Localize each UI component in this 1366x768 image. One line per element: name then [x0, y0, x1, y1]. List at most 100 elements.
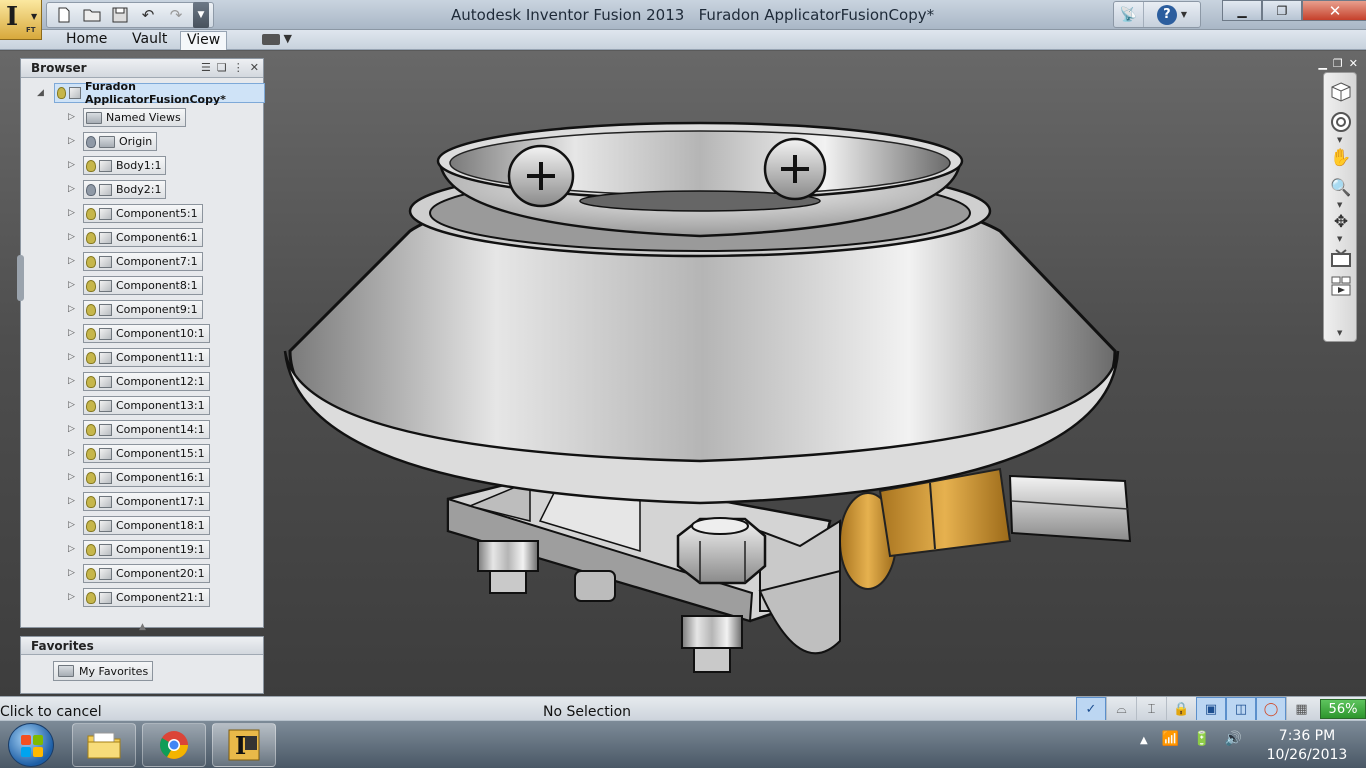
- visibility-bulb-icon[interactable]: [86, 447, 96, 460]
- visibility-bulb-icon[interactable]: [86, 231, 96, 244]
- visibility-bulb-icon[interactable]: [86, 519, 96, 532]
- expand-icon[interactable]: ▷: [68, 448, 75, 458]
- volume-icon[interactable]: 🔊: [1225, 731, 1242, 747]
- tree-item-named-views[interactable]: Named Views: [83, 108, 186, 127]
- expand-icon[interactable]: ▷: [68, 184, 75, 194]
- expand-icon[interactable]: ▷: [68, 280, 75, 290]
- tree-item-component5[interactable]: Component5:1: [83, 204, 203, 223]
- visibility-bulb-icon[interactable]: [86, 279, 96, 292]
- browser-scrollbar[interactable]: [17, 255, 24, 301]
- panel-resize-grip[interactable]: ▲: [139, 622, 146, 632]
- grid-icon[interactable]: ▦: [1286, 697, 1316, 721]
- visibility-bulb-icon[interactable]: [86, 159, 96, 172]
- lock-icon[interactable]: 🔒: [1166, 697, 1196, 721]
- tab-vault[interactable]: Vault: [126, 31, 173, 50]
- expand-icon[interactable]: ▷: [68, 352, 75, 362]
- expand-icon[interactable]: ▷: [68, 208, 75, 218]
- visibility-bulb-icon[interactable]: [86, 327, 96, 340]
- tree-item-component14[interactable]: Component14:1: [83, 420, 210, 439]
- expand-icon[interactable]: ▷: [68, 544, 75, 554]
- orbit-icon[interactable]: ✥: [1328, 209, 1354, 235]
- viewport-close-icon[interactable]: ✕: [1349, 57, 1358, 70]
- tree-item-component18[interactable]: Component18:1: [83, 516, 210, 535]
- show-hidden-icons[interactable]: ▲: [1140, 735, 1148, 747]
- tree-item-body2[interactable]: Body2:1: [83, 180, 167, 199]
- tree-item-component19[interactable]: Component19:1: [83, 540, 210, 559]
- network-icon[interactable]: 📶: [1162, 731, 1179, 747]
- ribbon-minimize-control[interactable]: ▼: [262, 32, 292, 45]
- options-icon[interactable]: ⋮: [233, 61, 244, 74]
- tab-view[interactable]: View: [180, 31, 228, 50]
- expand-icon[interactable]: ▷: [68, 520, 75, 530]
- satellite-icon[interactable]: 📡: [1114, 2, 1144, 27]
- expand-icon[interactable]: ▷: [68, 160, 75, 170]
- zoom-level-badge[interactable]: 56%: [1320, 699, 1366, 719]
- expand-icon[interactable]: ▷: [68, 112, 75, 122]
- expand-icon[interactable]: ▷: [68, 400, 75, 410]
- navbar-customize-icon[interactable]: ▼: [1337, 329, 1342, 337]
- redo-icon[interactable]: ↷: [163, 4, 189, 26]
- expand-icon[interactable]: ▷: [68, 568, 75, 578]
- tree-item-component6[interactable]: Component6:1: [83, 228, 203, 247]
- visibility-bulb-icon[interactable]: [86, 183, 96, 196]
- chevron-down-icon[interactable]: ▼: [1337, 235, 1342, 243]
- visibility-bulb-icon[interactable]: [86, 423, 96, 436]
- visibility-bulb-icon[interactable]: [86, 207, 96, 220]
- qat-dropdown-icon[interactable]: ▼: [193, 2, 209, 28]
- tree-item-component10[interactable]: Component10:1: [83, 324, 210, 343]
- taskbar-file-explorer[interactable]: [72, 723, 136, 767]
- viewport-minimize-icon[interactable]: ▁: [1318, 57, 1326, 70]
- expand-icon[interactable]: ▷: [68, 328, 75, 338]
- save-icon[interactable]: [107, 4, 133, 26]
- expand-icon[interactable]: ▷: [68, 424, 75, 434]
- zoom-icon[interactable]: 🔍: [1328, 175, 1354, 201]
- tree-item-component16[interactable]: Component16:1: [83, 468, 210, 487]
- expand-icon[interactable]: ▷: [68, 376, 75, 386]
- battery-icon[interactable]: 🔋: [1193, 731, 1210, 747]
- collapse-icon[interactable]: ◢: [37, 88, 44, 98]
- visibility-bulb-icon[interactable]: [86, 135, 96, 148]
- tree-item-component15[interactable]: Component15:1: [83, 444, 210, 463]
- viewport-restore-icon[interactable]: ❐: [1333, 57, 1343, 70]
- visibility-bulb-icon[interactable]: [86, 303, 96, 316]
- hat-icon[interactable]: ⌓: [1106, 697, 1136, 721]
- pan-hand-icon[interactable]: ✋: [1328, 145, 1354, 171]
- tab-home[interactable]: Home: [60, 31, 113, 50]
- visibility-bulb-icon[interactable]: [86, 495, 96, 508]
- minimize-button[interactable]: ▁: [1222, 0, 1262, 21]
- chevron-down-icon[interactable]: ▼: [1337, 201, 1342, 209]
- look-at-icon[interactable]: [1328, 245, 1354, 271]
- visibility-bulb-icon[interactable]: [86, 567, 96, 580]
- visibility-bulb-icon[interactable]: [86, 375, 96, 388]
- frame-icon[interactable]: ▣: [1196, 697, 1226, 721]
- steering-wheel-icon[interactable]: [1328, 109, 1354, 135]
- close-icon[interactable]: ✕: [250, 61, 259, 74]
- start-button[interactable]: [8, 723, 54, 767]
- taskbar-inventor-fusion[interactable]: I: [212, 723, 276, 767]
- tree-item-component9[interactable]: Component9:1: [83, 300, 203, 319]
- tile-icon[interactable]: ❏: [217, 61, 227, 74]
- checkmark-icon[interactable]: ✓: [1076, 697, 1106, 721]
- undo-icon[interactable]: ↶: [135, 4, 161, 26]
- filter-icon[interactable]: ☰: [201, 61, 211, 74]
- new-file-icon[interactable]: [51, 4, 77, 26]
- eraser-icon[interactable]: ◫: [1226, 697, 1256, 721]
- tree-item-component13[interactable]: Component13:1: [83, 396, 210, 415]
- favorites-item-my-favorites[interactable]: My Favorites: [53, 661, 154, 681]
- visibility-bulb-icon[interactable]: [57, 87, 67, 99]
- open-folder-icon[interactable]: [79, 4, 105, 26]
- visibility-bulb-icon[interactable]: [86, 591, 96, 604]
- application-menu-button[interactable]: I ▼ FT: [0, 0, 42, 40]
- expand-icon[interactable]: ▷: [68, 304, 75, 314]
- tree-item-body1[interactable]: Body1:1: [83, 156, 167, 175]
- taskbar-clock[interactable]: 7:36 PM 10/26/2013: [1262, 727, 1352, 765]
- chevron-down-icon[interactable]: ▼: [1337, 136, 1342, 144]
- help-button[interactable]: ? ▼: [1144, 2, 1200, 27]
- viewcube-icon[interactable]: [1328, 79, 1354, 105]
- tree-item-origin[interactable]: Origin: [83, 132, 158, 151]
- expand-icon[interactable]: ▷: [68, 136, 75, 146]
- tree-item-component8[interactable]: Component8:1: [83, 276, 203, 295]
- visibility-bulb-icon[interactable]: [86, 351, 96, 364]
- visibility-bulb-icon[interactable]: [86, 399, 96, 412]
- visibility-bulb-icon[interactable]: [86, 543, 96, 556]
